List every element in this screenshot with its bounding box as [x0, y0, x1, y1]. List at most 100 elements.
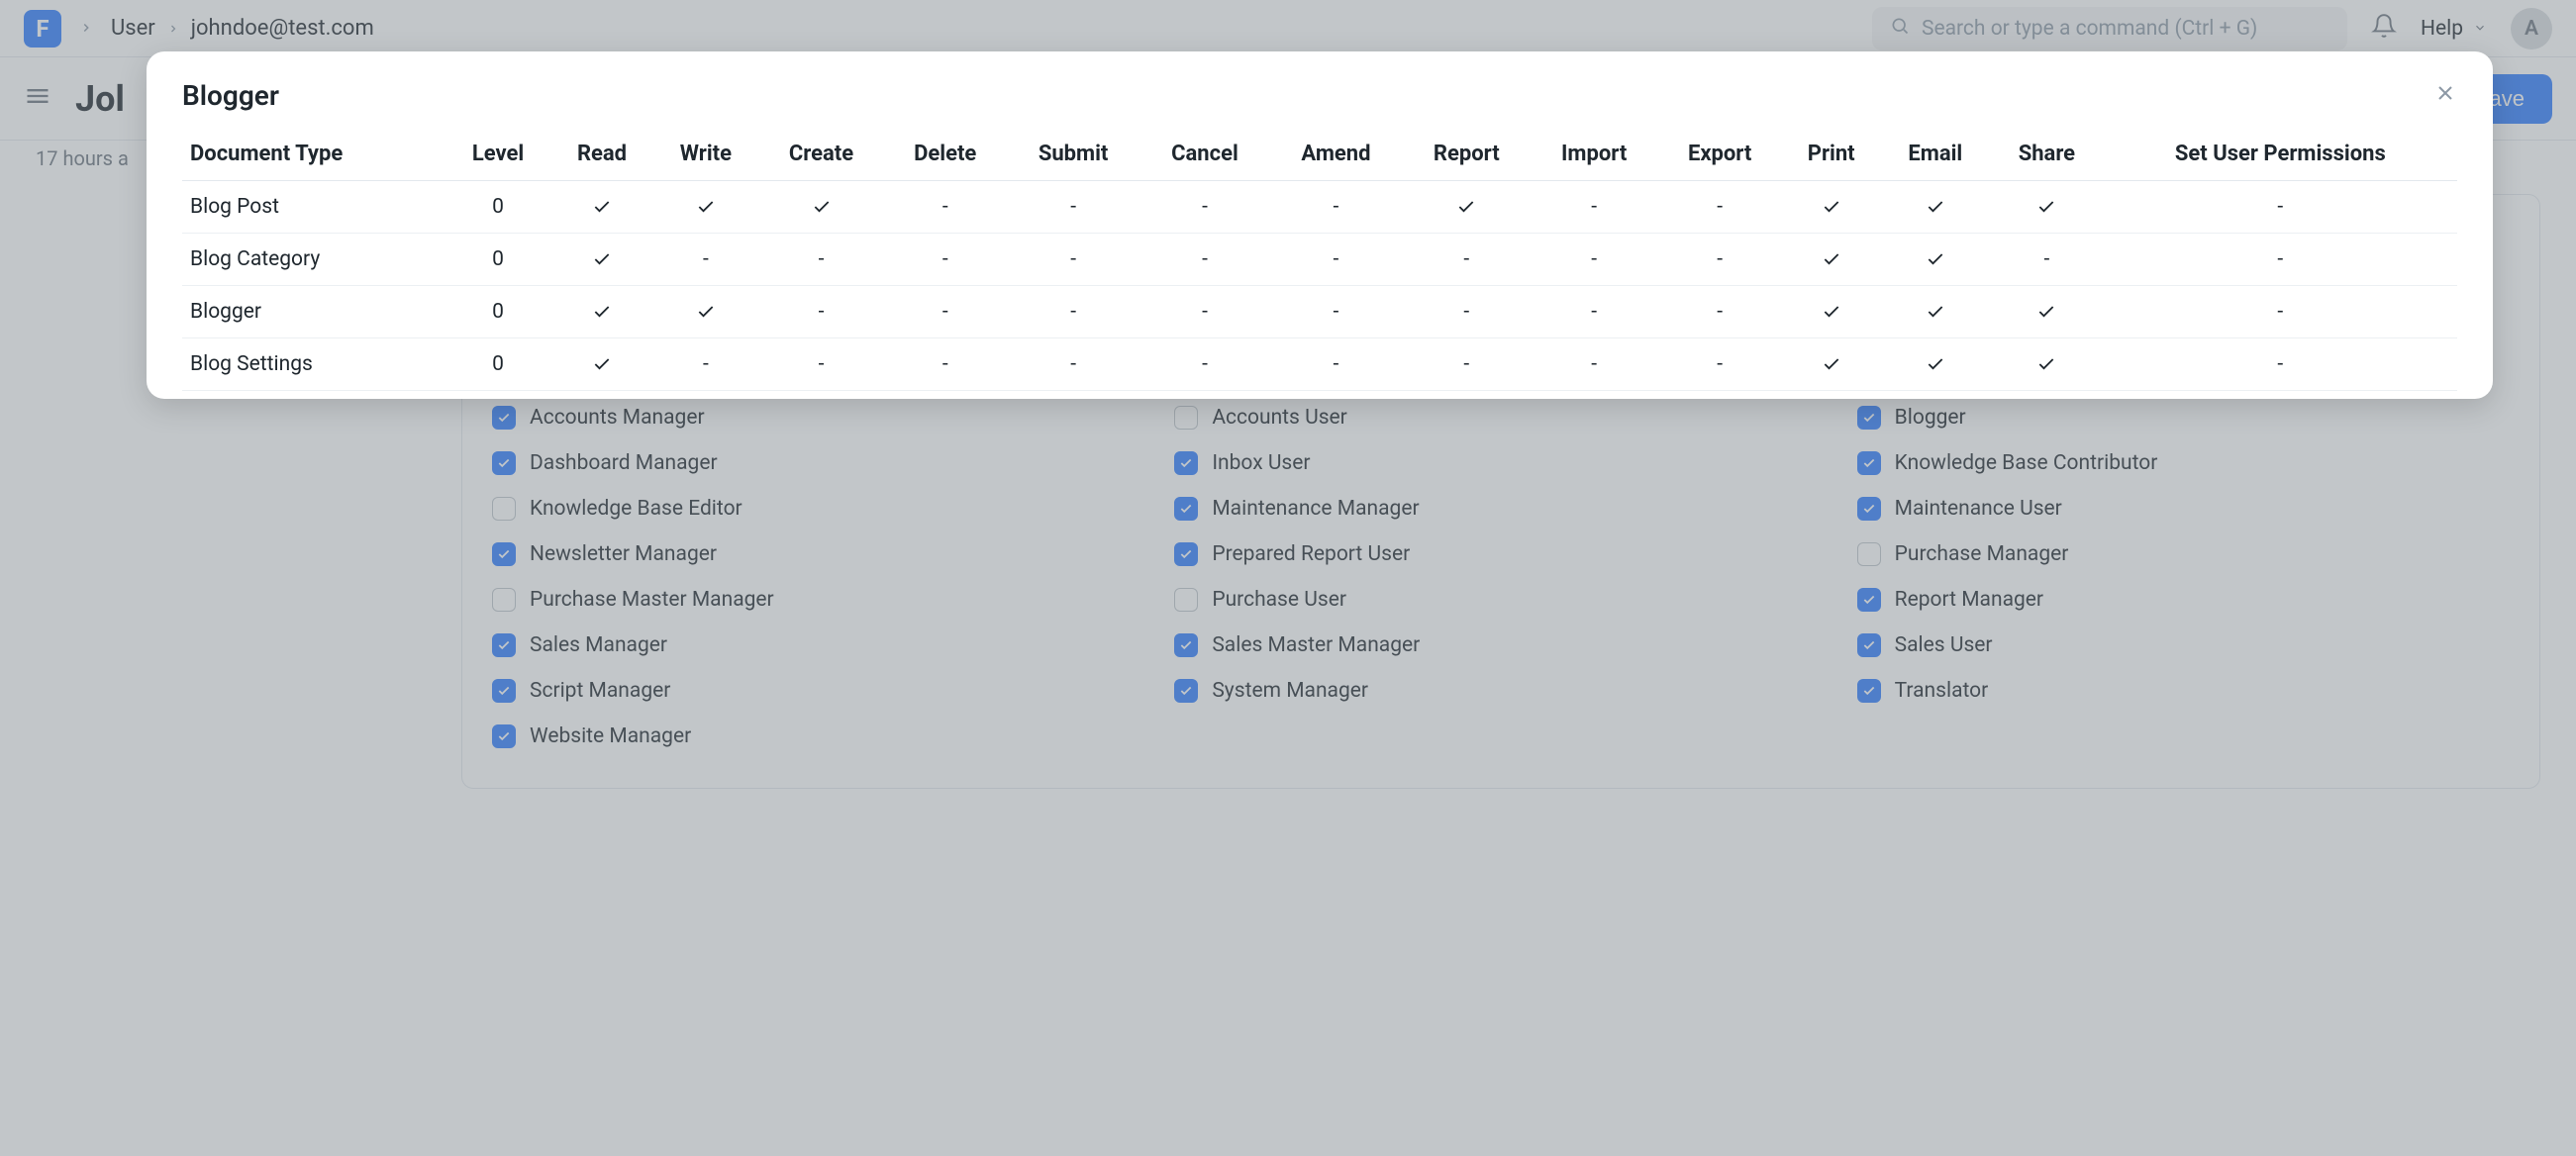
check-icon: [592, 247, 612, 271]
perm-cell: -: [1531, 181, 1658, 234]
table-header: Import: [1531, 132, 1658, 181]
level-cell: 0: [446, 181, 551, 234]
dash-icon: -: [1717, 195, 1723, 219]
dash-icon: -: [2277, 300, 2283, 324]
dash-icon: -: [703, 247, 709, 271]
table-header: Report: [1403, 132, 1531, 181]
check-icon: [2036, 352, 2056, 376]
check-icon: [2036, 300, 2056, 324]
dash-icon: -: [1717, 247, 1723, 271]
dash-icon: -: [1202, 247, 1208, 271]
check-icon: [1456, 195, 1476, 219]
dash-icon: -: [1717, 352, 1723, 376]
dash-icon: -: [1591, 195, 1597, 219]
dash-icon: -: [1591, 300, 1597, 324]
doc-type-cell: Blog Settings: [182, 338, 446, 391]
dash-icon: -: [1334, 300, 1339, 324]
level-cell: 0: [446, 234, 551, 286]
perm-cell: -: [884, 181, 1007, 234]
perm-cell: -: [1269, 234, 1402, 286]
check-icon: [696, 300, 716, 324]
perm-cell: [1990, 338, 2104, 391]
perm-cell: -: [1531, 234, 1658, 286]
perm-cell: -: [1140, 181, 1270, 234]
perm-cell: -: [1990, 234, 2104, 286]
check-icon: [1822, 247, 1841, 271]
permissions-modal: Blogger Document TypeLevelReadWriteCreat…: [147, 51, 2493, 399]
dash-icon: -: [1463, 247, 1469, 271]
perm-cell: -: [1140, 286, 1270, 338]
dash-icon: -: [942, 195, 948, 219]
perm-cell: -: [1007, 234, 1140, 286]
check-icon: [2036, 195, 2056, 219]
perm-cell: [1782, 338, 1881, 391]
check-icon: [1926, 195, 1945, 219]
perm-cell: -: [758, 234, 884, 286]
perm-cell: -: [1140, 234, 1270, 286]
table-header: Delete: [884, 132, 1007, 181]
perm-cell: -: [1657, 181, 1782, 234]
dash-icon: -: [1334, 195, 1339, 219]
perm-cell: [758, 181, 884, 234]
dash-icon: -: [819, 352, 825, 376]
dash-icon: -: [1202, 195, 1208, 219]
perm-cell: -: [884, 338, 1007, 391]
table-header: Document Type: [182, 132, 446, 181]
perm-cell: -: [1531, 286, 1658, 338]
perm-cell: -: [2104, 338, 2457, 391]
dash-icon: -: [1070, 300, 1076, 324]
perm-cell: -: [1269, 181, 1402, 234]
perm-cell: -: [1657, 234, 1782, 286]
table-row: Blog Settings0----------: [182, 338, 2457, 391]
perm-cell: -: [884, 286, 1007, 338]
perm-cell: -: [1140, 338, 1270, 391]
dash-icon: -: [1070, 247, 1076, 271]
table-header: Cancel: [1140, 132, 1270, 181]
table-header: Set User Permissions: [2104, 132, 2457, 181]
perm-cell: [550, 234, 652, 286]
dash-icon: -: [2277, 195, 2283, 219]
dash-icon: -: [819, 247, 825, 271]
perm-cell: -: [653, 234, 759, 286]
perm-cell: -: [2104, 234, 2457, 286]
dash-icon: -: [1202, 300, 1208, 324]
perm-cell: -: [1269, 286, 1402, 338]
perm-cell: -: [1403, 338, 1531, 391]
perm-cell: -: [758, 286, 884, 338]
dash-icon: -: [1202, 352, 1208, 376]
perm-cell: -: [2104, 181, 2457, 234]
table-header: Email: [1881, 132, 1991, 181]
perm-cell: [1403, 181, 1531, 234]
close-icon[interactable]: [2433, 81, 2457, 111]
perm-cell: [550, 181, 652, 234]
doc-type-cell: Blogger: [182, 286, 446, 338]
check-icon: [1926, 300, 1945, 324]
check-icon: [1822, 352, 1841, 376]
check-icon: [592, 352, 612, 376]
perm-cell: [1990, 286, 2104, 338]
perm-cell: [550, 286, 652, 338]
dash-icon: -: [703, 352, 709, 376]
perm-cell: -: [1007, 181, 1140, 234]
perm-cell: -: [1657, 338, 1782, 391]
table-header: Share: [1990, 132, 2104, 181]
table-header: Write: [653, 132, 759, 181]
dash-icon: -: [1463, 352, 1469, 376]
perm-cell: -: [884, 234, 1007, 286]
perm-cell: [1881, 286, 1991, 338]
perm-cell: [1990, 181, 2104, 234]
check-icon: [1822, 195, 1841, 219]
table-row: Blogger0---------: [182, 286, 2457, 338]
permissions-table: Document TypeLevelReadWriteCreateDeleteS…: [182, 132, 2457, 391]
perm-cell: [1881, 181, 1991, 234]
check-icon: [696, 195, 716, 219]
check-icon: [1926, 247, 1945, 271]
perm-cell: -: [1269, 338, 1402, 391]
check-icon: [812, 195, 832, 219]
table-row: Blog Category0-----------: [182, 234, 2457, 286]
perm-cell: -: [2104, 286, 2457, 338]
table-header: Print: [1782, 132, 1881, 181]
dash-icon: -: [1334, 247, 1339, 271]
perm-cell: [1782, 181, 1881, 234]
perm-cell: -: [1531, 338, 1658, 391]
